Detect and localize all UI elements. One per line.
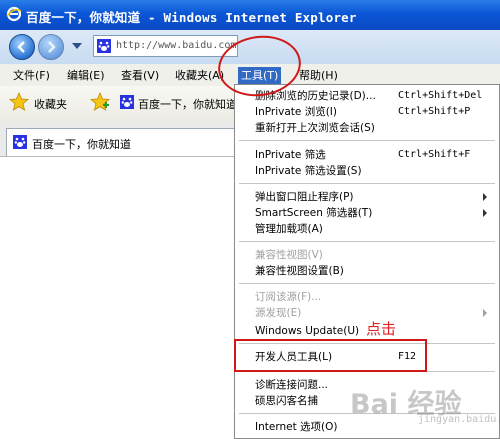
menu-item-inprivate-filter-settings[interactable]: InPrivate 筛选设置(S) bbox=[235, 163, 499, 179]
add-favorite-star-icon[interactable] bbox=[90, 92, 110, 112]
recent-pages-dropdown-icon[interactable] bbox=[72, 43, 82, 49]
favorites-site-link[interactable]: 百度一下，你就知道 bbox=[138, 96, 237, 112]
window-title: 百度一下，你就知道 - Windows Internet Explorer bbox=[26, 10, 357, 25]
forward-button[interactable] bbox=[38, 34, 64, 60]
menu-item-label: 弹出窗口阻止程序(P) bbox=[255, 191, 354, 203]
baidu-paw-icon bbox=[13, 135, 27, 149]
baidu-paw-icon bbox=[120, 95, 134, 109]
menu-item-label: 源发现(E) bbox=[255, 307, 302, 319]
menu-item-label: 诊断连接问题... bbox=[255, 379, 329, 391]
menu-item-reopen-session[interactable]: 重新打开上次浏览会话(S) bbox=[235, 120, 499, 136]
menu-item-label: 管理加载项(A) bbox=[255, 223, 323, 235]
menu-item-subscribe-feed: 订阅该源(F)... bbox=[235, 289, 499, 305]
menu-item-inprivate-browsing[interactable]: InPrivate 浏览(I) Ctrl+Shift+P bbox=[235, 104, 499, 120]
menu-item-manage-addons[interactable]: 管理加载项(A) bbox=[235, 221, 499, 237]
favorites-button-label[interactable]: 收藏夹 bbox=[34, 96, 67, 112]
menu-item-label: 兼容性视图(V) bbox=[255, 249, 323, 261]
highlight-box bbox=[234, 339, 427, 372]
menu-item-compatibility-view-settings[interactable]: 兼容性视图设置(B) bbox=[235, 263, 499, 279]
submenu-arrow-icon bbox=[483, 209, 487, 217]
menu-help[interactable]: 帮助(H) bbox=[296, 67, 341, 84]
address-url: http://www.baidu.com bbox=[116, 40, 237, 51]
menu-item-label: InPrivate 浏览(I) bbox=[255, 106, 337, 118]
menu-item-shortcut: Ctrl+Shift+P bbox=[398, 106, 471, 117]
menu-item-shortcut: Ctrl+Shift+F bbox=[398, 149, 471, 160]
menu-item-label: 重新打开上次浏览会话(S) bbox=[255, 122, 375, 134]
favorites-star-icon[interactable] bbox=[9, 92, 29, 112]
submenu-arrow-icon bbox=[483, 309, 487, 317]
tab-baidu[interactable]: 百度一下，你就知道 bbox=[6, 128, 241, 156]
submenu-arrow-icon bbox=[483, 193, 487, 201]
menu-item-label: InPrivate 筛选 bbox=[255, 149, 326, 161]
menu-item-inprivate-filtering[interactable]: InPrivate 筛选 Ctrl+Shift+F bbox=[235, 147, 499, 163]
menu-separator bbox=[239, 140, 495, 141]
tab-label: 百度一下，你就知道 bbox=[32, 138, 131, 151]
address-bar[interactable]: http://www.baidu.com bbox=[93, 35, 238, 57]
menu-item-shortcut: Ctrl+Shift+Del bbox=[398, 90, 483, 101]
menu-item-popup-blocker[interactable]: 弹出窗口阻止程序(P) bbox=[235, 189, 499, 205]
back-button[interactable] bbox=[9, 34, 35, 60]
menu-item-label: InPrivate 筛选设置(S) bbox=[255, 165, 362, 177]
window-titlebar[interactable]: 百度一下，你就知道 - Windows Internet Explorer bbox=[0, 0, 500, 30]
menu-separator bbox=[239, 241, 495, 242]
watermark-url: jingyan.baidu.com bbox=[418, 414, 500, 425]
ie-logo-icon bbox=[6, 6, 22, 22]
click-annotation: 点击 bbox=[366, 320, 397, 338]
menu-separator bbox=[239, 183, 495, 184]
menu-item-label: Internet 选项(O) bbox=[255, 421, 338, 433]
menu-edit[interactable]: 编辑(E) bbox=[64, 67, 108, 84]
baidu-paw-icon bbox=[97, 39, 111, 53]
menu-item-label: 硕思闪客名捕 bbox=[255, 395, 318, 407]
menu-item-label: SmartScreen 筛选器(T) bbox=[255, 207, 373, 219]
menu-item-compatibility-view: 兼容性视图(V) bbox=[235, 247, 499, 263]
menu-view[interactable]: 查看(V) bbox=[118, 67, 162, 84]
menu-item-label: 兼容性视图设置(B) bbox=[255, 265, 344, 277]
menu-file[interactable]: 文件(F) bbox=[10, 67, 53, 84]
back-arrow-icon bbox=[17, 41, 25, 53]
menu-item-label: Windows Update(U) bbox=[255, 325, 360, 337]
forward-arrow-icon bbox=[48, 41, 56, 53]
menu-separator bbox=[239, 283, 495, 284]
menu-item-label: 订阅该源(F)... bbox=[255, 291, 322, 303]
menu-item-smartscreen-filter[interactable]: SmartScreen 筛选器(T) bbox=[235, 205, 499, 221]
